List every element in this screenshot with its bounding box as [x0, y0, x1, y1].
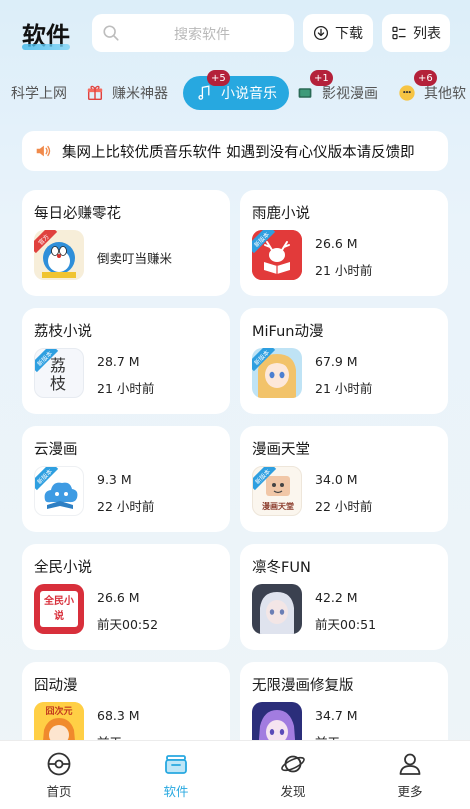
- nav-label: 软件: [163, 784, 189, 799]
- app-size: 34.0 M: [315, 472, 358, 487]
- planet-icon: [281, 755, 305, 773]
- icon-text: 囧次元: [45, 707, 73, 717]
- app-title: 凛冬FUN: [252, 560, 311, 576]
- software-box-icon: [165, 755, 187, 774]
- app-card[interactable]: 漫画天堂 漫画天堂 新版本 34.0 M 22 小时前: [240, 426, 448, 532]
- tab-badge: +1: [310, 70, 333, 86]
- app-card[interactable]: MiFun动漫 新版本 67.9 M 21 小时前: [240, 308, 448, 414]
- comic-heaven-icon: 漫画天堂 新版本: [252, 466, 302, 516]
- download-icon: [313, 25, 329, 41]
- tab-label: 小说音乐: [221, 86, 277, 102]
- title-underline: [22, 44, 70, 50]
- download-label: 下载: [335, 26, 363, 42]
- app-time: 21 小时前: [315, 263, 373, 278]
- doraemon-icon: 官方: [34, 230, 84, 280]
- gift-icon: [86, 84, 104, 102]
- app-card[interactable]: 凛冬FUN 42.2 M 前天00:51: [240, 544, 448, 650]
- tab-label: 科学上网: [11, 86, 67, 102]
- search-placeholder: 搜索软件: [174, 27, 230, 43]
- app-size: 26.6 M: [97, 590, 140, 605]
- app-time: 前天00:51: [315, 617, 377, 632]
- anime-girl-icon: 新版本: [252, 348, 302, 398]
- list-label: 列表: [413, 26, 441, 42]
- nav-label: 发现: [280, 784, 306, 799]
- app-title: 雨鹿小说: [252, 206, 310, 222]
- speaker-icon: [36, 145, 51, 157]
- app-subtitle: 倒卖叮当赚米: [97, 251, 173, 266]
- app-card[interactable]: 全民小说 全民小说 26.6 M 前天00:52: [22, 544, 230, 650]
- app-size: 26.6 M: [315, 236, 358, 251]
- search-input[interactable]: 搜索软件: [92, 14, 294, 52]
- tab-label: 其他软: [424, 86, 466, 102]
- app-card[interactable]: 雨鹿小说 新版本 26.6 M 21 小时前: [240, 190, 448, 296]
- tab-video-comic[interactable]: 影视漫画 +1: [296, 70, 378, 110]
- nav-discover[interactable]: 发现: [253, 751, 333, 800]
- tab-earn[interactable]: 赚米神器: [86, 76, 168, 110]
- app-title: 囧动漫: [34, 678, 78, 694]
- tv-icon: [296, 84, 314, 102]
- list-icon: [392, 26, 406, 40]
- app-card[interactable]: 荔枝小说 荔枝 新版本 28.7 M 21 小时前: [22, 308, 230, 414]
- tab-science[interactable]: 科学上网: [11, 76, 67, 110]
- app-card[interactable]: 每日必赚零花 官方 倒卖叮当赚米: [22, 190, 230, 296]
- app-title: MiFun动漫: [252, 324, 324, 340]
- cloud-comic-icon: 新版本: [34, 466, 84, 516]
- tab-badge: +6: [414, 70, 437, 86]
- app-title: 荔枝小说: [34, 324, 92, 340]
- nav-label: 首页: [46, 784, 72, 799]
- app-card[interactable]: 云漫画 新版本 9.3 M 22 小时前: [22, 426, 230, 532]
- tab-badge: +5: [207, 70, 230, 86]
- novel-book-icon: 全民小说: [34, 584, 84, 634]
- home-icon: [47, 752, 71, 776]
- icon-text: 漫画天堂: [262, 502, 294, 511]
- bottom-nav: 首页 软件 发现 更多: [0, 740, 470, 809]
- app-time: 21 小时前: [315, 381, 373, 396]
- nav-home[interactable]: 首页: [19, 751, 99, 800]
- user-icon: [399, 753, 421, 775]
- app-title: 全民小说: [34, 560, 92, 576]
- app-time: 22 小时前: [97, 499, 155, 514]
- icon-text: 荔枝: [50, 356, 67, 393]
- nav-more[interactable]: 更多: [370, 751, 450, 800]
- emoji-icon: [398, 84, 416, 102]
- nav-software[interactable]: 软件: [136, 751, 216, 800]
- app-title: 云漫画: [34, 442, 78, 458]
- list-button[interactable]: 列表: [382, 14, 450, 52]
- search-icon: [103, 25, 119, 41]
- app-size: 42.2 M: [315, 590, 358, 605]
- app-size: 28.7 M: [97, 354, 140, 369]
- deer-reading-icon: 新版本: [252, 230, 302, 280]
- lizhi-book-icon: 荔枝 新版本: [34, 348, 84, 398]
- app-time: 21 小时前: [97, 381, 155, 396]
- notice-banner[interactable]: 集网上比较优质音乐软件 如遇到没有心仪版本请反馈即: [22, 131, 448, 171]
- app-time: 前天00:52: [97, 617, 159, 632]
- app-title: 无限漫画修复版: [252, 678, 354, 694]
- tab-label: 影视漫画: [322, 86, 378, 102]
- top-header: 软件 搜索软件 下载 列表: [0, 14, 470, 54]
- app-size: 68.3 M: [97, 708, 140, 723]
- app-size: 67.9 M: [315, 354, 358, 369]
- download-button[interactable]: 下载: [303, 14, 373, 52]
- winter-girl-icon: [252, 584, 302, 634]
- tab-label: 赚米神器: [112, 86, 168, 102]
- icon-text: 全民小说: [44, 596, 74, 622]
- nav-label: 更多: [397, 784, 423, 799]
- notice-text: 集网上比较优质音乐软件 如遇到没有心仪版本请反馈即: [62, 144, 415, 161]
- app-title: 漫画天堂: [252, 442, 310, 458]
- app-size: 34.7 M: [315, 708, 358, 723]
- app-title: 每日必赚零花: [34, 206, 121, 222]
- category-tabs: 科学上网 赚米神器 小说音乐 +5 影视漫画 +1 其他软 +6: [0, 70, 470, 110]
- tab-novel-music[interactable]: 小说音乐 +5: [183, 70, 289, 110]
- app-size: 9.3 M: [97, 472, 132, 487]
- music-note-icon: [195, 84, 213, 102]
- app-time: 22 小时前: [315, 499, 373, 514]
- tab-other[interactable]: 其他软 +6: [398, 70, 466, 110]
